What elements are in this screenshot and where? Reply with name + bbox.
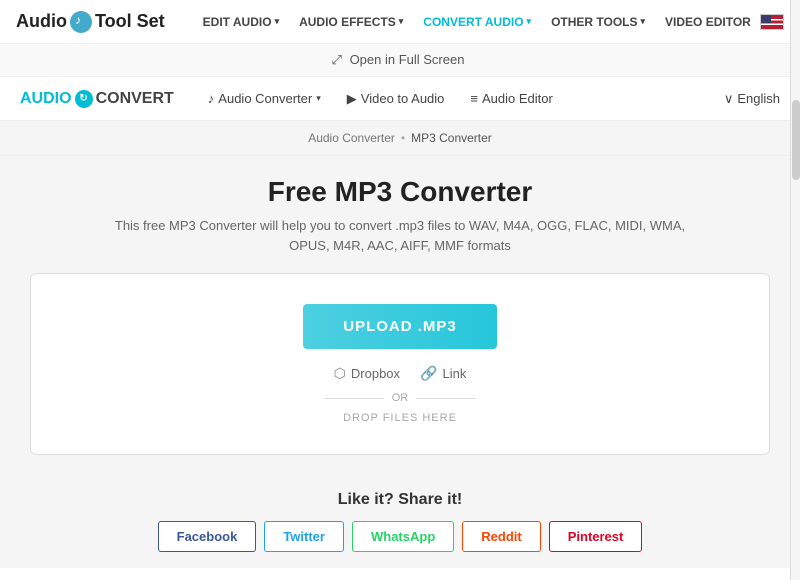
share-section: Like it? Share it! Facebook Twitter What… xyxy=(0,475,800,568)
language-caret: ∨ xyxy=(724,91,734,107)
dropbox-option[interactable]: ⬡ Dropbox xyxy=(334,365,400,382)
audio-editor-icon: ≡ xyxy=(470,91,478,106)
or-line-left xyxy=(324,398,384,399)
share-title: Like it? Share it! xyxy=(0,491,800,509)
convert-audio-caret: ▾ xyxy=(527,16,532,27)
page-title: Free MP3 Converter xyxy=(30,176,770,208)
audio-effects-caret: ▾ xyxy=(399,16,404,27)
sub-logo-audio: AUDIO xyxy=(20,90,72,108)
or-text: OR xyxy=(392,392,409,404)
link-label: Link xyxy=(442,366,466,381)
sub-nav-audio-converter[interactable]: ♪ Audio Converter ▾ xyxy=(198,87,331,110)
breadcrumb: Audio Converter • MP3 Converter xyxy=(308,131,492,145)
audio-converter-caret: ▾ xyxy=(316,93,321,104)
dropbox-icon: ⬡ xyxy=(334,365,346,382)
fullscreen-bar[interactable]: ⤢ Open in Full Screen xyxy=(0,44,800,77)
drop-text: DROP FILES HERE xyxy=(51,412,749,424)
sub-nav-video-to-audio[interactable]: ▶ Video to Audio xyxy=(337,87,455,111)
sub-logo-icon: ↻ xyxy=(75,90,93,108)
top-nav: Audio Tool Set EDIT AUDIO ▾ AUDIO EFFECT… xyxy=(0,0,800,44)
breadcrumb-parent[interactable]: Audio Converter xyxy=(308,131,395,145)
main-content: Free MP3 Converter This free MP3 Convert… xyxy=(0,156,800,475)
share-reddit[interactable]: Reddit xyxy=(462,521,540,552)
scrollbar-thumb[interactable] xyxy=(792,100,800,180)
share-twitter[interactable]: Twitter xyxy=(264,521,344,552)
share-whatsapp[interactable]: WhatsApp xyxy=(352,521,454,552)
dropbox-label: Dropbox xyxy=(351,366,400,381)
upload-box: UPLOAD .MP3 ⬡ Dropbox 🔗 Link OR DROP FIL… xyxy=(30,273,770,455)
upload-button[interactable]: UPLOAD .MP3 xyxy=(303,304,497,349)
fullscreen-icon: ⤢ xyxy=(332,52,342,67)
sub-nav: AUDIO ↻ CONVERT ♪ Audio Converter ▾ ▶ Vi… xyxy=(0,77,800,121)
nav-audio-effects[interactable]: AUDIO EFFECTS ▾ xyxy=(291,11,411,33)
nav-convert-audio[interactable]: CONVERT AUDIO ▾ xyxy=(415,11,539,33)
flag-icon[interactable] xyxy=(760,14,784,30)
sub-nav-audio-editor[interactable]: ≡ Audio Editor xyxy=(460,87,562,110)
other-tools-caret: ▾ xyxy=(641,16,646,27)
language-label: English xyxy=(737,91,780,106)
breadcrumb-separator: • xyxy=(401,131,405,145)
nav-video-editor[interactable]: VIDEO EDITOR xyxy=(657,11,759,33)
fullscreen-label: Open in Full Screen xyxy=(350,52,465,67)
nav-other-tools[interactable]: OTHER TOOLS ▾ xyxy=(543,11,653,33)
right-scrollbar[interactable] xyxy=(790,0,800,580)
sub-nav-items: ♪ Audio Converter ▾ ▶ Video to Audio ≡ A… xyxy=(198,87,724,111)
or-divider: OR xyxy=(51,392,749,404)
link-icon: 🔗 xyxy=(420,365,437,382)
edit-audio-caret: ▾ xyxy=(275,16,280,27)
link-option[interactable]: 🔗 Link xyxy=(420,365,466,382)
sub-logo[interactable]: AUDIO ↻ CONVERT xyxy=(20,90,174,108)
audio-converter-icon: ♪ xyxy=(208,91,215,106)
page-description: This free MP3 Converter will help you to… xyxy=(100,216,700,255)
logo-text-before: Audio xyxy=(16,11,67,32)
breadcrumb-current: MP3 Converter xyxy=(411,131,492,145)
sub-logo-convert: CONVERT xyxy=(96,90,174,108)
or-line-right xyxy=(416,398,476,399)
share-buttons: Facebook Twitter WhatsApp Reddit Pintere… xyxy=(0,521,800,552)
logo-link[interactable]: Audio Tool Set xyxy=(16,11,165,33)
share-facebook[interactable]: Facebook xyxy=(158,521,257,552)
breadcrumb-bar: Audio Converter • MP3 Converter xyxy=(0,121,800,156)
video-to-audio-icon: ▶ xyxy=(347,91,357,107)
upload-options: ⬡ Dropbox 🔗 Link xyxy=(51,365,749,382)
language-selector[interactable]: ∨ English xyxy=(724,91,780,107)
nav-edit-audio[interactable]: EDIT AUDIO ▾ xyxy=(195,11,287,33)
share-pinterest[interactable]: Pinterest xyxy=(549,521,643,552)
logo-icon xyxy=(70,11,92,33)
logo-text-after: Tool Set xyxy=(95,11,165,32)
nav-items: EDIT AUDIO ▾ AUDIO EFFECTS ▾ CONVERT AUD… xyxy=(195,11,760,33)
